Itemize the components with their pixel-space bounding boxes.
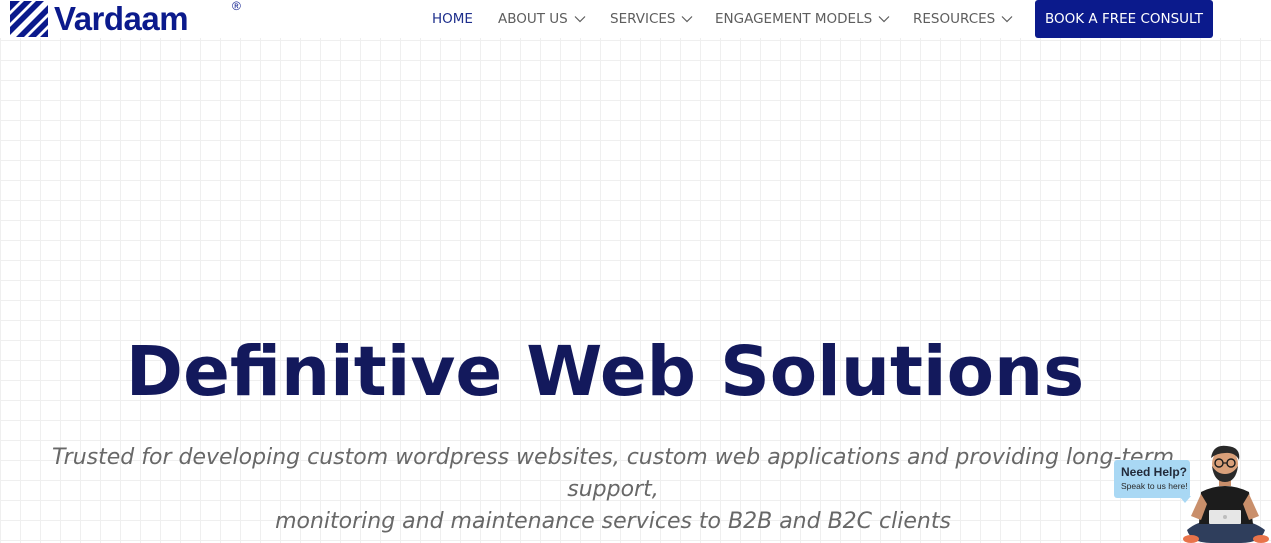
nav-resources[interactable]: RESOURCES: [913, 11, 1013, 27]
registered-mark: ®: [232, 0, 241, 13]
hero-subtitle-line-1: Trusted for developing custom wordpress …: [51, 445, 1175, 502]
nav-about-us[interactable]: ABOUT US: [498, 11, 586, 27]
book-consult-button[interactable]: BOOK A FREE CONSULT: [1035, 0, 1213, 38]
nav-resources-label: RESOURCES: [913, 11, 996, 27]
nav-services-label: SERVICES: [610, 11, 676, 27]
chevron-down-icon: [574, 16, 586, 23]
help-bubble-subtitle: Speak to us here!: [1121, 481, 1188, 491]
support-person-icon[interactable]: [1181, 444, 1271, 543]
nav-engagement-models-label: ENGAGEMENT MODELS: [715, 11, 873, 27]
help-bubble-title: Need Help?: [1121, 465, 1188, 479]
site-header: Vardaam ® HOME ABOUT US SERVICES ENGAGEM…: [0, 0, 1271, 38]
brand-logo[interactable]: Vardaam ®: [10, 0, 241, 37]
vardaam-logo-icon: [10, 1, 48, 37]
brand-name: Vardaam: [54, 0, 189, 37]
nav-about-us-label: ABOUT US: [498, 11, 568, 27]
nav-engagement-models[interactable]: ENGAGEMENT MODELS: [715, 11, 890, 27]
hero-subtitle: Trusted for developing custom wordpress …: [20, 442, 1206, 538]
need-help-widget[interactable]: Need Help? Speak to us here!: [1113, 444, 1271, 543]
hero-subtitle-line-2: monitoring and maintenance services to B…: [275, 509, 951, 534]
chevron-down-icon: [1001, 16, 1013, 23]
hero-title: Definitive Web Solutions: [125, 332, 1085, 412]
nav-services[interactable]: SERVICES: [610, 11, 693, 27]
help-bubble[interactable]: Need Help? Speak to us here!: [1114, 460, 1190, 498]
nav-home[interactable]: HOME: [432, 11, 473, 27]
nav-home-label: HOME: [432, 11, 473, 27]
chevron-down-icon: [878, 16, 890, 23]
chevron-down-icon: [682, 16, 693, 23]
